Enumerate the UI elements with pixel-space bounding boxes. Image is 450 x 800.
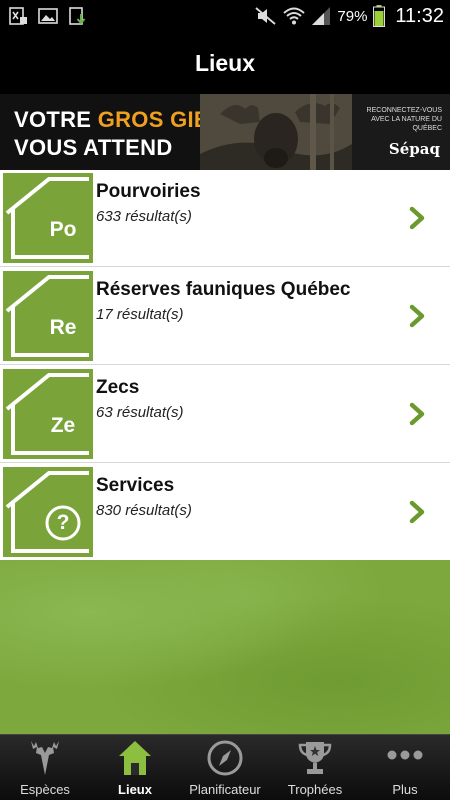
tab-label: Lieux: [118, 782, 152, 797]
tab-label: Trophées: [287, 782, 343, 797]
house-icon: [119, 741, 151, 775]
tab-especes[interactable]: Espèces: [0, 735, 90, 800]
download-notification-icon: [69, 7, 86, 25]
tab-planificateur[interactable]: Planificateur: [180, 735, 270, 800]
background-texture: [0, 560, 450, 734]
signal-icon: [312, 7, 331, 25]
tab-plus[interactable]: Plus: [360, 735, 450, 800]
deer-head-icon: [31, 741, 59, 775]
app-header: Lieux: [0, 32, 450, 94]
chevron-right-icon: [409, 402, 425, 426]
item-count: 633 résultat(s): [96, 208, 192, 225]
tile-abbr: Po: [49, 218, 77, 241]
zecs-icon: Ze: [3, 369, 93, 459]
chevron-right-icon: [409, 500, 425, 524]
tab-lieux[interactable]: Lieux: [90, 735, 180, 800]
tab-trophees[interactable]: Trophées: [270, 735, 360, 800]
tile-abbr: Ze: [50, 414, 76, 437]
item-title: Réserves fauniques Québec: [96, 279, 351, 300]
tab-label: Planificateur: [189, 782, 261, 797]
tile-abbr: Re: [49, 316, 77, 339]
item-title: Zecs: [96, 377, 140, 398]
item-count: 17 résultat(s): [96, 306, 184, 323]
ad-line1-prefix: VOTRE: [14, 107, 98, 132]
question-mark-icon: ?: [56, 511, 70, 534]
page-title: Lieux: [194, 50, 256, 76]
services-icon: ?: [3, 467, 93, 557]
trophy-icon: [298, 742, 332, 774]
battery-percent: 79%: [337, 7, 368, 25]
excel-notification-icon: [9, 7, 27, 25]
more-dots-icon: [387, 750, 423, 760]
battery-icon: [373, 5, 386, 27]
image-notification-icon: [38, 8, 58, 24]
item-count: 830 résultat(s): [96, 502, 192, 519]
item-count: 63 résultat(s): [96, 404, 184, 421]
ad-banner[interactable]: VOTRE GROS GIBIER VOUS ATTEND RECONNECTE…: [0, 94, 450, 170]
item-title: Services: [96, 475, 175, 496]
chevron-right-icon: [409, 206, 425, 230]
moose-photo: [200, 94, 352, 170]
bottom-tab-bar: Espèces Lieux Planificateur Trophées Plu…: [0, 734, 450, 800]
list-item-reserves-fauniques[interactable]: Re Réserves fauniques Québec 17 résultat…: [0, 268, 450, 365]
mute-icon: [255, 7, 276, 25]
pourvoiries-icon: Po: [3, 173, 93, 263]
wifi-icon: [283, 7, 306, 25]
compass-icon: [207, 740, 243, 776]
chevron-right-icon: [409, 304, 425, 328]
item-title: Pourvoiries: [96, 181, 201, 202]
places-list: Po Pourvoiries 633 résultat(s) Re Réserv…: [0, 170, 450, 561]
list-item-zecs[interactable]: Ze Zecs 63 résultat(s): [0, 366, 450, 463]
tab-label: Plus: [392, 782, 418, 797]
tab-label: Espèces: [20, 782, 70, 797]
clock: 11:32: [395, 4, 444, 27]
ad-tagline: RECONNECTEZ-VOUS AVEC LA NATURE DU QUÉBE…: [366, 107, 442, 132]
sepaq-logo: Sépaq: [388, 140, 440, 158]
reserves-icon: Re: [3, 271, 93, 361]
list-item-services[interactable]: ? Services 830 résultat(s): [0, 464, 450, 561]
list-item-pourvoiries[interactable]: Po Pourvoiries 633 résultat(s): [0, 170, 450, 267]
status-bar: 79% 11:32: [0, 0, 450, 32]
